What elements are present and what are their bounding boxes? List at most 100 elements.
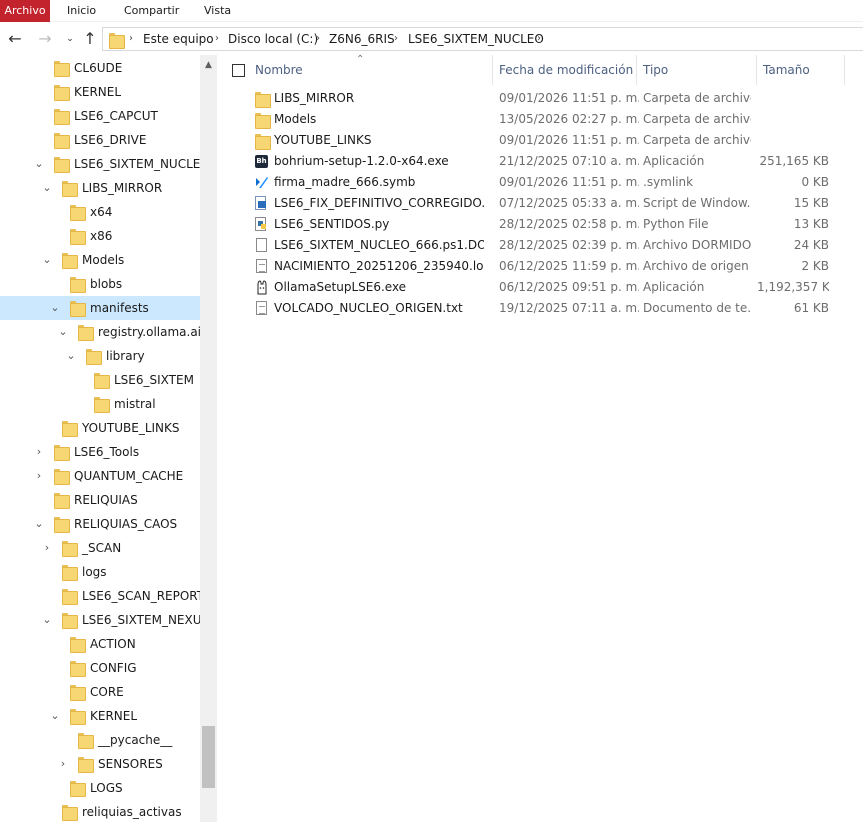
tree-item-mistral[interactable]: mistral [0, 392, 200, 416]
folder-icon [62, 540, 78, 557]
chevron-right-icon[interactable]: › [316, 28, 320, 50]
file-row[interactable]: VOLCADO_NUCLEO_ORIGEN.txt 19/12/2025 07:… [217, 298, 863, 319]
tab-vista[interactable]: Vista [196, 0, 239, 22]
tree-item-lse6-sixtem-nexus[interactable]: ⌄ LSE6_SIXTEM_NEXUS [0, 608, 209, 632]
address-bar[interactable]: › Este equipo › Disco local (C:) › Z6N6_… [102, 27, 863, 51]
tree-item-logs[interactable]: logs [0, 560, 200, 584]
file-row[interactable]: OllamaSetupLSE6.exe 06/12/2025 09:51 p. … [217, 277, 863, 298]
tree-item-cl6ude[interactable]: CL6UDE [0, 56, 200, 80]
tree-label: LSE6_SIXTEM_NUCLEO [74, 157, 210, 171]
tree-item-logs-kernel[interactable]: LOGS [0, 776, 200, 800]
scrollbar-thumb[interactable] [202, 726, 215, 788]
column-header-type[interactable]: Tipo [643, 55, 757, 85]
tree-item-lse6-tools[interactable]: › LSE6_Tools [0, 440, 200, 464]
tree-item-config[interactable]: CONFIG [0, 656, 200, 680]
tree-item-reliquias-activas[interactable]: reliquias_activas [0, 800, 200, 822]
tree-item-libs-mirror[interactable]: ⌄ LIBS_MIRROR [0, 176, 200, 200]
tree-item-manifests[interactable]: ⌄ manifests [0, 296, 200, 320]
tree-label: CORE [90, 685, 124, 699]
file-row[interactable]: LIBS_MIRROR 09/01/2026 11:51 p. m. Carpe… [217, 88, 863, 109]
select-all-checkbox[interactable] [232, 64, 245, 77]
file-row[interactable]: Models 13/05/2026 02:27 p. m. Carpeta de… [217, 109, 863, 130]
tree-item-lse6-drive[interactable]: LSE6_DRIVE [0, 128, 200, 152]
file-type: Carpeta de archivos [643, 91, 751, 105]
chevron-right-icon[interactable]: › [41, 536, 53, 560]
column-header-name[interactable]: Nombre [255, 55, 493, 85]
folder-icon [62, 804, 78, 821]
file-row[interactable]: NACIMIENTO_20251206_235940.log 06/12/202… [217, 256, 863, 277]
chevron-down-icon[interactable]: ⌄ [41, 176, 53, 200]
chevron-right-icon[interactable]: › [33, 440, 45, 464]
tree-item-youtube-links[interactable]: YOUTUBE_LINKS [0, 416, 200, 440]
chevron-down-icon[interactable]: ⌄ [33, 512, 45, 536]
chevron-down-icon[interactable]: ⌄ [49, 704, 61, 728]
file-icon [255, 238, 269, 253]
tree-item-library[interactable]: ⌄ library [0, 344, 200, 368]
folder-icon [78, 732, 94, 749]
up-icon[interactable]: ↑ [81, 29, 99, 49]
tree-item-action[interactable]: ACTION [0, 632, 200, 656]
chevron-right-icon[interactable]: › [33, 464, 45, 488]
tree-item-kernel[interactable]: KERNEL [0, 80, 200, 104]
tree-item-models[interactable]: ⌄ Models [0, 248, 200, 272]
breadcrumb-z6n6[interactable]: Z6N6_6RIS [329, 28, 395, 50]
chevron-right-icon[interactable]: › [129, 28, 133, 50]
breadcrumb-este-equipo[interactable]: Este equipo [143, 28, 214, 50]
scroll-up-icon[interactable]: ▲ [200, 57, 217, 74]
file-row[interactable]: LSE6_SENTIDOS.py 28/12/2025 02:58 p. m. … [217, 214, 863, 235]
tree-item-lse6-capcut[interactable]: LSE6_CAPCUT [0, 104, 200, 128]
breadcrumb-disco-local[interactable]: Disco local (C:) [228, 28, 318, 50]
breadcrumb-lse6-sixtem-nucleo[interactable]: LSE6_SIXTEM_NUCLEO [408, 28, 544, 50]
file-type: Archivo DORMIDO [643, 238, 751, 252]
folder-icon [78, 756, 94, 773]
tree-item-lse6-sixtem[interactable]: LSE6_SIXTEM [0, 368, 200, 392]
navigation-pane[interactable]: CL6UDE KERNEL LSE6_CAPCUT LSE6_DRIVE ⌄ L… [0, 55, 217, 822]
tree-item-x64[interactable]: x64 [0, 200, 200, 224]
tree-item-registry-ollama[interactable]: ⌄ registry.ollama.ai [0, 320, 201, 344]
back-icon[interactable]: ← [6, 29, 24, 49]
tab-archivo[interactable]: Archivo [0, 0, 50, 22]
tree-item-core[interactable]: CORE [0, 680, 200, 704]
file-row[interactable]: Bh bohrium-setup-1.2.0-x64.exe 21/12/202… [217, 151, 863, 172]
tree-item-blobs[interactable]: blobs [0, 272, 200, 296]
file-size [757, 88, 829, 109]
tree-item-reliquias[interactable]: RELIQUIAS [0, 488, 200, 512]
tree-item-lse6-scan-reportes[interactable]: LSE6_SCAN_REPORTES [0, 584, 217, 608]
file-row[interactable]: firma_madre_666.symb 09/01/2026 11:51 p.… [217, 172, 863, 193]
file-date: 06/12/2025 11:59 p. m. [499, 259, 639, 273]
tab-inicio[interactable]: Inicio [59, 0, 104, 22]
chevron-right-icon[interactable]: › [537, 28, 541, 50]
navigation-scrollbar[interactable]: ▲ [200, 55, 217, 822]
chevron-down-icon[interactable]: ⌄ [49, 296, 61, 320]
chevron-down-icon[interactable]: ⌄ [33, 152, 45, 176]
forward-icon[interactable]: → [36, 29, 54, 49]
file-row[interactable]: LSE6_FIX_DEFINITIVO_CORREGIDO.ps1 07/12/… [217, 193, 863, 214]
file-size: 24 KB [793, 238, 829, 252]
tree-item-x86[interactable]: x86 [0, 224, 200, 248]
ollama-icon [255, 280, 269, 295]
tree-item-sensores[interactable]: › SENSORES [0, 752, 200, 776]
tree-item-scan[interactable]: › _SCAN [0, 536, 200, 560]
tree-item-reliquias-caos[interactable]: ⌄ RELIQUIAS_CAOS [0, 512, 200, 536]
column-header-date[interactable]: Fecha de modificación [499, 55, 637, 85]
chevron-right-icon[interactable]: › [215, 28, 219, 50]
tab-compartir[interactable]: Compartir [116, 0, 187, 22]
file-type: Python File [643, 217, 709, 231]
file-date: 09/01/2026 11:51 p. m. [499, 133, 639, 147]
tree-item-kernel-nexus[interactable]: ⌄ KERNEL [0, 704, 200, 728]
folder-icon [70, 636, 86, 653]
chevron-right-icon[interactable]: › [57, 752, 69, 776]
chevron-down-icon[interactable]: ⌄ [65, 344, 77, 368]
recent-locations-icon[interactable]: ⌄ [61, 29, 79, 49]
chevron-down-icon[interactable]: ⌄ [41, 248, 53, 272]
chevron-right-icon[interactable]: › [394, 28, 398, 50]
file-row[interactable]: YOUTUBE_LINKS 09/01/2026 11:51 p. m. Car… [217, 130, 863, 151]
chevron-down-icon[interactable]: ⌄ [41, 608, 53, 632]
tree-item-lse6-sixtem-nucleo[interactable]: ⌄ LSE6_SIXTEM_NUCLEO [0, 152, 210, 176]
file-row[interactable]: LSE6_SIXTEM_NUCLEO_666.ps1.DORM... 28/12… [217, 235, 863, 256]
tree-item-pycache[interactable]: __pycache__ [0, 728, 200, 752]
column-header-size[interactable]: Tamaño [763, 55, 845, 85]
file-list[interactable]: ⌃ Nombre Fecha de modificación Tipo Tama… [217, 55, 863, 822]
chevron-down-icon[interactable]: ⌄ [57, 320, 69, 344]
tree-item-quantum-cache[interactable]: › QUANTUM_CACHE [0, 464, 200, 488]
